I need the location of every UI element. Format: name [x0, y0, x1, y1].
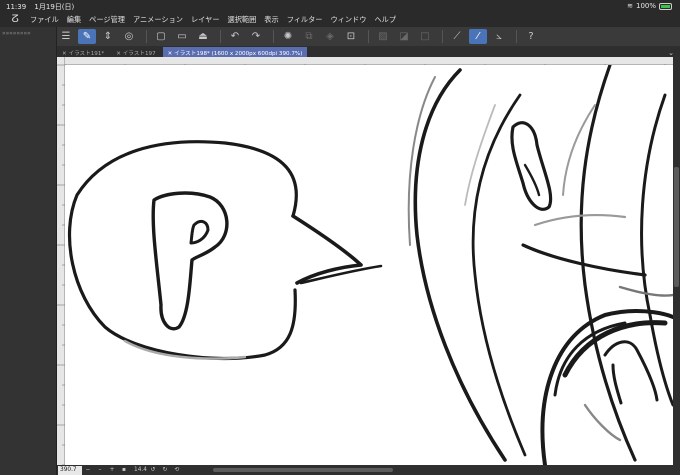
vertical-scroll-thumb[interactable]: [674, 167, 679, 287]
rotation-angle[interactable]: 14.4: [134, 467, 147, 473]
tab-illust-198[interactable]: ✕ イラスト198* (1600 x 2000px 600dpi 390.7%): [162, 47, 308, 57]
rotate-right-icon[interactable]: ↻: [159, 467, 171, 473]
pen-tool-icon[interactable]: ✎: [78, 29, 96, 44]
toolbar-divider: [442, 30, 443, 43]
new-file-icon[interactable]: ▢: [152, 29, 170, 44]
tabs-overflow-icon[interactable]: ⌄: [668, 49, 674, 57]
menu-help[interactable]: ヘルプ: [374, 15, 396, 25]
tab-illust-191[interactable]: ✕ イラスト191*: [57, 47, 109, 57]
help-icon[interactable]: ?: [522, 29, 540, 44]
toolbar-divider: [220, 30, 221, 43]
save-icon[interactable]: ⏏: [194, 29, 212, 44]
horizontal-scroll-thumb[interactable]: [212, 468, 393, 472]
ruler-snap-icon[interactable]: ⦣: [490, 29, 508, 44]
expand-panel-icon[interactable]: » » » » » » » »: [0, 27, 56, 40]
fill-icon: ◈: [326, 31, 334, 42]
menu-layer[interactable]: レイヤー: [191, 15, 220, 25]
menu-selection[interactable]: 選択範囲: [228, 15, 257, 25]
tab-illust-197[interactable]: ✕ イラスト197: [111, 47, 160, 57]
character-hair-outline: [413, 68, 507, 462]
undo-icon[interactable]: ↶: [226, 29, 244, 44]
clear-selection-icon: ▨: [378, 31, 388, 42]
zoom-out-icon[interactable]: −: [82, 467, 94, 473]
side-panel: » » » » » » » »: [0, 27, 57, 475]
toolbar-divider: [146, 30, 147, 43]
toolbar-divider: [516, 30, 517, 43]
color-wheel-icon[interactable]: ◎: [120, 29, 138, 44]
copy-icon: ⧉: [305, 31, 313, 42]
menu-file[interactable]: ファイル: [30, 15, 59, 25]
letter-p-outline: [151, 191, 229, 331]
crop-icon: □: [420, 31, 430, 42]
brush-stroke-icon[interactable]: ⁄: [469, 29, 487, 44]
tool-cycle-icon[interactable]: ⇕: [99, 29, 117, 44]
loading-icon[interactable]: ✺: [279, 29, 297, 44]
transform-icon[interactable]: ⊡: [342, 29, 360, 44]
drawing-canvas[interactable]: [65, 65, 673, 465]
clock: 11:39: [6, 3, 27, 11]
menu-view[interactable]: 表示: [264, 15, 278, 25]
menu-filter[interactable]: フィルター: [287, 15, 323, 25]
stabilizer-icon[interactable]: ⟋: [448, 29, 466, 44]
menu-window[interactable]: ウィンドウ: [330, 15, 366, 25]
document-tabs: ✕ イラスト191* ✕ イラスト197 ✕ イラスト198* (1600 x …: [57, 46, 680, 57]
wifi-icon: ≋: [627, 2, 633, 10]
menu-bar: ⵒ ファイル 編集 ページ管理 アニメーション レイヤー 選択範囲 表示 フィル…: [0, 12, 680, 27]
zoom-in-icon[interactable]: +: [106, 467, 118, 473]
menu-animation[interactable]: アニメーション: [133, 15, 183, 25]
vertical-scrollbar[interactable]: [673, 57, 680, 465]
battery-icon: [659, 2, 672, 10]
vertical-ruler: [57, 57, 65, 466]
toolbar-divider: [368, 30, 369, 43]
fit-icon[interactable]: ▪: [118, 467, 130, 473]
app-logo-icon[interactable]: ⵒ: [8, 14, 22, 26]
open-folder-icon[interactable]: ▭: [173, 29, 191, 44]
rotate-left-icon[interactable]: ↺: [147, 467, 159, 473]
menu-edit[interactable]: 編集: [67, 15, 81, 25]
speech-bubble-outline: [67, 140, 298, 361]
toolbar-divider: [273, 30, 274, 43]
hair-clip-outline: [510, 121, 553, 211]
redo-icon[interactable]: ↷: [247, 29, 265, 44]
ios-status-bar: 11:39 1月19日(日) ≋ 100%: [0, 0, 680, 12]
zoom-dash-icon[interactable]: –: [94, 467, 106, 473]
hamburger-menu-icon[interactable]: ☰: [57, 29, 75, 44]
date: 1月19日(日): [34, 3, 75, 11]
canvas-status-bar: 390.7 − – + ▪ 14.4 ↺ ↻ ⟲: [57, 465, 680, 475]
reset-rotation-icon[interactable]: ⟲: [171, 467, 183, 473]
battery-percent: 100%: [635, 2, 656, 10]
invert-selection-icon: ◪: [399, 31, 409, 42]
command-bar: ☰ ✎ ⇕ ◎ ▢ ▭ ⏏ ↶ ↷ ✺ ⧉ ◈ ⊡ ▨ ◪ □ ⟋ ⁄ ⦣ ?: [57, 27, 680, 46]
ruler-ticks-v: [57, 64, 65, 466]
horizontal-ruler: [64, 57, 673, 72]
menu-page[interactable]: ページ管理: [89, 15, 125, 25]
sketch-artwork: [67, 65, 673, 465]
zoom-field[interactable]: 390.7: [58, 465, 82, 475]
